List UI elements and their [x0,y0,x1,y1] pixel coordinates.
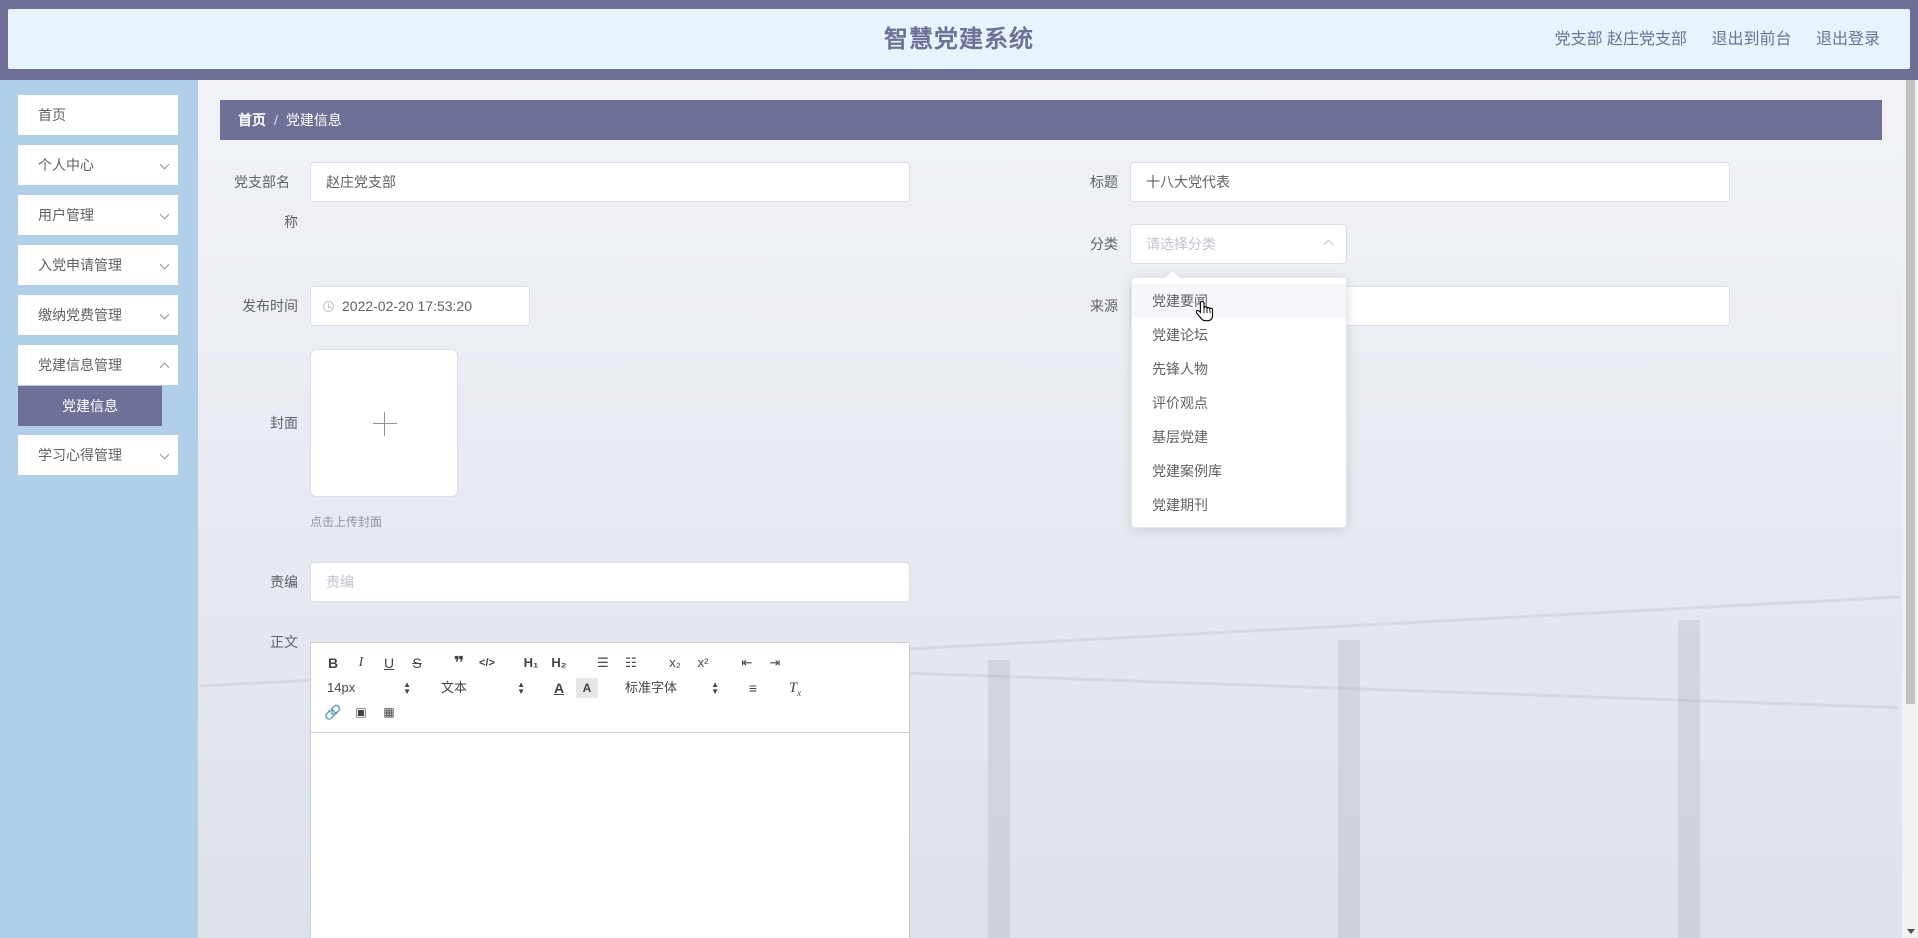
category-option[interactable]: 党建论坛 [1132,318,1346,352]
chevron-down-icon [159,159,170,170]
video-icon[interactable]: ▦ [378,702,400,722]
branch-name-input[interactable]: 赵庄党支部 [310,162,910,202]
sidebar-item-personal-center[interactable]: 个人中心 [18,145,178,185]
font-color-icon[interactable]: A [548,678,570,698]
breadcrumb-home[interactable]: 首页 [238,112,266,128]
plus-icon [373,423,397,424]
editor-label: 责编 [270,574,298,590]
title-input[interactable]: 十八大党代表 [1130,162,1730,202]
blockquote-icon[interactable]: ❞ [448,653,470,673]
updown-icon: ▲ ▼ [711,680,719,696]
font-size-select[interactable]: 14px ▲ ▼ [327,678,411,698]
bold-icon[interactable]: B [322,653,344,673]
header-2-icon[interactable]: H₂ [548,653,570,673]
background-pole [988,660,1010,938]
chevron-down-icon [159,309,170,320]
sidebar-item-application-management[interactable]: 入党申请管理 [18,245,178,285]
category-label: 分类 [1090,236,1118,252]
exit-to-front-link[interactable]: 退出到前台 [1712,31,1792,48]
strikethrough-icon[interactable]: S [406,653,428,673]
rich-text-editor[interactable]: B I U S ❞ </> H₁ H₂ ☰ ☷ x₂ x² ⇤ ⇥ 14px ▲ ▼… [310,642,910,938]
align-icon[interactable]: ≡ [742,678,764,698]
page-scrollbar[interactable] [1903,80,1918,938]
italic-icon[interactable]: I [350,653,372,673]
header-select[interactable]: 文本 ▲ ▼ [441,678,525,698]
chevron-down-icon [159,259,170,270]
scroll-down-arrow-icon[interactable] [1907,929,1915,934]
updown-icon: ▲ ▼ [517,680,525,696]
body-label: 正文 [270,634,298,650]
sidebar-item-home[interactable]: 首页 [18,95,178,135]
editor-toolbar: B I U S ❞ </> H₁ H₂ ☰ ☷ x₂ x² ⇤ ⇥ 14px ▲ ▼… [311,643,909,733]
font-family-select[interactable]: 标准字体 ▲ ▼ [625,678,719,698]
hand-cursor-icon [1196,300,1214,322]
outdent-icon[interactable]: ⇤ [736,653,758,673]
category-option[interactable]: 先锋人物 [1132,352,1346,386]
category-option[interactable]: 党建案例库 [1132,454,1346,488]
image-icon[interactable]: ▣ [350,702,372,722]
category-select[interactable]: 请选择分类 [1130,224,1347,264]
category-option[interactable]: 党建期刊 [1132,488,1346,522]
logout-link[interactable]: 退出登录 [1816,31,1880,48]
chevron-down-icon [159,449,170,460]
publish-time-label: 发布时间 [242,298,298,314]
category-option[interactable]: 评价观点 [1132,386,1346,420]
clock-icon [323,300,334,312]
app-header: 智慧党建系统 党支部 赵庄党支部 退出到前台 退出登录 [8,9,1910,69]
updown-icon: ▲ ▼ [403,680,411,696]
bullet-list-icon[interactable]: ☷ [620,653,642,673]
breadcrumb-separator: / [274,112,278,128]
publish-time-picker[interactable]: 2022-02-20 17:53:20 [310,286,530,326]
branch-name-label-cont: 称 [284,214,298,230]
sidebar: 首页 个人中心 用户管理 入党申请管理 缴纳党费管理 党建信息管理 学习心得管理 [0,80,198,938]
source-label: 来源 [1090,298,1118,314]
cover-label: 封面 [270,415,298,431]
chevron-up-icon [159,362,170,373]
ordered-list-icon[interactable]: ☰ [592,653,614,673]
link-icon[interactable]: 🔗 [322,702,344,722]
underline-icon[interactable]: U [378,653,400,673]
superscript-icon[interactable]: x² [692,653,714,673]
sidebar-item-dues-management[interactable]: 缴纳党费管理 [18,295,178,335]
sidebar-item-study-management[interactable]: 学习心得管理 [18,435,178,475]
scrollbar-thumb[interactable] [1906,80,1915,704]
category-dropdown: 党建要闻 党建论坛 先锋人物 评价观点 基层党建 党建案例库 党建期刊 [1131,277,1347,528]
header-1-icon[interactable]: H₁ [520,653,542,673]
cover-hint: 点击上传封面 [310,515,383,529]
branch-name-label: 党支部名 [234,174,290,190]
code-block-icon[interactable]: </> [476,653,498,673]
background-color-icon[interactable]: A [576,678,598,698]
title-label: 标题 [1090,174,1118,190]
clear-format-icon[interactable]: Tx [784,678,806,698]
background-pole [1678,620,1700,938]
chevron-up-icon [1323,239,1334,250]
sidebar-item-user-management[interactable]: 用户管理 [18,195,178,235]
indent-icon[interactable]: ⇥ [764,653,786,673]
plus-icon-vertical [384,412,385,436]
sidebar-subitem-party-info[interactable]: 党建信息 [18,386,162,426]
sidebar-item-info-management[interactable]: 党建信息管理 [18,345,178,385]
category-option[interactable]: 基层党建 [1132,420,1346,454]
subscript-icon[interactable]: x₂ [664,653,686,673]
current-branch: 党支部 赵庄党支部 [1554,31,1688,48]
chevron-down-icon [159,209,170,220]
editor-input[interactable]: 责编 [310,562,910,602]
breadcrumb-current: 党建信息 [285,112,342,128]
header-actions: 党支部 赵庄党支部 退出到前台 退出登录 [1555,9,1880,71]
category-option[interactable]: 党建要闻 [1132,284,1346,318]
breadcrumb: 首页 / 党建信息 [220,100,1882,140]
cover-uploader[interactable] [310,349,458,497]
background-pole [1338,640,1360,938]
